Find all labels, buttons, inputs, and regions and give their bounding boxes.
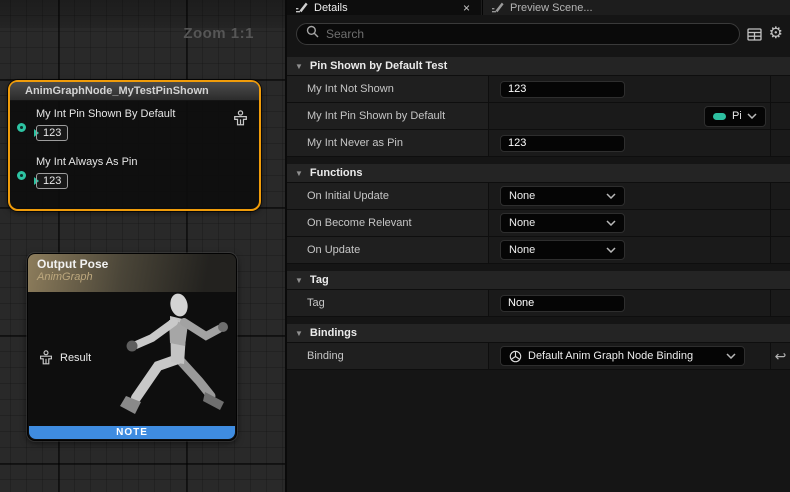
tab-label: Preview Scene... xyxy=(510,2,593,14)
search-box[interactable] xyxy=(296,23,740,45)
tab-bar: Details × Preview Scene... xyxy=(287,0,790,15)
chevron-down-icon: ▼ xyxy=(295,329,303,338)
node-title: AnimGraphNode_MyTestPinShown xyxy=(10,82,259,101)
chevron-down-icon: ▼ xyxy=(295,62,303,71)
property-value-cell: None xyxy=(489,183,771,209)
property-value-cell: None xyxy=(489,237,771,263)
pin-label: My Int Always As Pin xyxy=(36,156,137,168)
property-row: On Become Relevant None xyxy=(287,210,790,237)
running-mannequin-image xyxy=(74,292,234,432)
category-header[interactable]: ▼ Pin Shown by Default Test xyxy=(287,57,790,76)
reset-cell xyxy=(771,183,790,209)
chevron-down-icon xyxy=(606,247,616,253)
property-value-cell: Pin xyxy=(489,103,771,129)
output-pose-node[interactable]: Output Pose AnimGraph xyxy=(27,253,237,441)
property-value-cell xyxy=(489,76,771,102)
section-pin-shown-by-default-test: ▼ Pin Shown by Default Test My Int Not S… xyxy=(287,57,790,157)
category-header[interactable]: ▼ Functions xyxy=(287,164,790,183)
reset-cell xyxy=(771,103,790,129)
category-header[interactable]: ▼ Bindings xyxy=(287,324,790,343)
category-header[interactable]: ▼ Tag xyxy=(287,271,790,290)
property-label: Binding xyxy=(287,343,489,369)
node-pin-row: My Int Always As Pin 123 xyxy=(36,156,137,189)
property-value-cell xyxy=(489,290,771,316)
display-filter-icon[interactable] xyxy=(747,28,762,41)
section-functions: ▼ Functions On Initial Update None On Be… xyxy=(287,164,790,264)
reset-cell xyxy=(771,290,790,316)
pin-value-box[interactable]: 123 xyxy=(36,125,68,141)
property-label: My Int Not Shown xyxy=(287,76,489,102)
chevron-down-icon: ▼ xyxy=(295,276,303,285)
int-pin-icon[interactable] xyxy=(17,123,26,132)
int-value-input[interactable] xyxy=(500,135,625,152)
property-row: On Initial Update None xyxy=(287,183,790,210)
property-row: Binding Default Anim Graph Node Binding xyxy=(287,343,790,370)
property-label: On Initial Update xyxy=(287,183,489,209)
property-row: My Int Not Shown xyxy=(287,76,790,103)
preview-scene-tab-icon xyxy=(491,2,504,13)
node-subtitle: AnimGraph xyxy=(37,271,227,283)
pose-pin-icon xyxy=(39,350,53,365)
anim-graph-canvas[interactable]: Zoom 1:1 AnimGraphNode_MyTestPinShown My… xyxy=(0,0,285,492)
section-bindings: ▼ Bindings Binding Default Anim Graph No… xyxy=(287,324,790,370)
chevron-down-icon xyxy=(606,193,616,199)
function-dropdown[interactable]: None xyxy=(500,213,625,233)
property-value-cell: None xyxy=(489,210,771,236)
property-row: On Update None xyxy=(287,237,790,264)
property-list: ▼ Pin Shown by Default Test My Int Not S… xyxy=(287,57,790,370)
node-title: Output Pose xyxy=(37,257,227,271)
property-value-cell: Default Anim Graph Node Binding xyxy=(489,343,771,369)
pin-value-box[interactable]: 123 xyxy=(36,173,68,189)
zoom-level-indicator: Zoom 1:1 xyxy=(183,25,254,42)
property-row: My Int Pin Shown by Default Pin xyxy=(287,103,790,130)
section-tag: ▼ Tag Tag xyxy=(287,271,790,317)
tab-preview-scene[interactable]: Preview Scene... xyxy=(482,0,668,15)
pin-label: My Int Pin Shown By Default xyxy=(36,108,175,120)
binding-dropdown[interactable]: Default Anim Graph Node Binding xyxy=(500,346,745,366)
chevron-down-icon: ▼ xyxy=(295,169,303,178)
chevron-down-icon xyxy=(726,353,736,359)
function-dropdown[interactable]: None xyxy=(500,186,625,206)
int-value-input[interactable] xyxy=(500,81,625,98)
note-bubble: NOTE xyxy=(29,426,235,439)
chevron-down-icon xyxy=(747,113,757,119)
tag-input[interactable] xyxy=(500,295,625,312)
property-row: My Int Never as Pin xyxy=(287,130,790,157)
pin-dropdown[interactable]: Pin xyxy=(704,106,766,127)
chevron-down-icon xyxy=(606,220,616,226)
pin-pill-icon xyxy=(713,113,726,120)
details-tab-icon xyxy=(295,2,308,13)
reset-cell xyxy=(771,237,790,263)
search-row: ⚙ xyxy=(287,15,790,53)
property-label: Tag xyxy=(287,290,489,316)
property-label: My Int Pin Shown by Default xyxy=(287,103,489,129)
gear-icon[interactable]: ⚙ xyxy=(769,26,783,42)
reset-cell: ↩ xyxy=(771,343,790,369)
close-icon[interactable]: × xyxy=(460,3,473,13)
reset-cell xyxy=(771,130,790,156)
property-label: On Update xyxy=(287,237,489,263)
reset-cell xyxy=(771,76,790,102)
property-label: On Become Relevant xyxy=(287,210,489,236)
result-pin-label: Result xyxy=(60,352,91,364)
function-dropdown[interactable]: None xyxy=(500,240,625,260)
details-panel: Details × Preview Scene... xyxy=(285,0,790,492)
output-pose-header: Output Pose AnimGraph xyxy=(28,254,236,292)
int-pin-icon[interactable] xyxy=(17,171,26,180)
property-label: My Int Never as Pin xyxy=(287,130,489,156)
property-value-cell xyxy=(489,130,771,156)
output-pose-body: Result xyxy=(28,292,236,427)
anim-graph-node[interactable]: AnimGraphNode_MyTestPinShown My Int Pin … xyxy=(8,80,261,211)
binding-class-icon xyxy=(509,350,522,363)
search-input[interactable] xyxy=(326,27,730,41)
search-icon xyxy=(306,25,319,43)
property-row: Tag xyxy=(287,290,790,317)
reset-to-default-icon[interactable]: ↩ xyxy=(775,349,787,363)
reset-cell xyxy=(771,210,790,236)
tab-details[interactable]: Details × xyxy=(287,0,481,15)
pose-body-icon xyxy=(233,110,248,126)
tab-label: Details xyxy=(314,2,348,14)
result-pose-pin[interactable]: Result xyxy=(39,350,91,365)
node-pin-row: My Int Pin Shown By Default 123 xyxy=(36,108,175,141)
